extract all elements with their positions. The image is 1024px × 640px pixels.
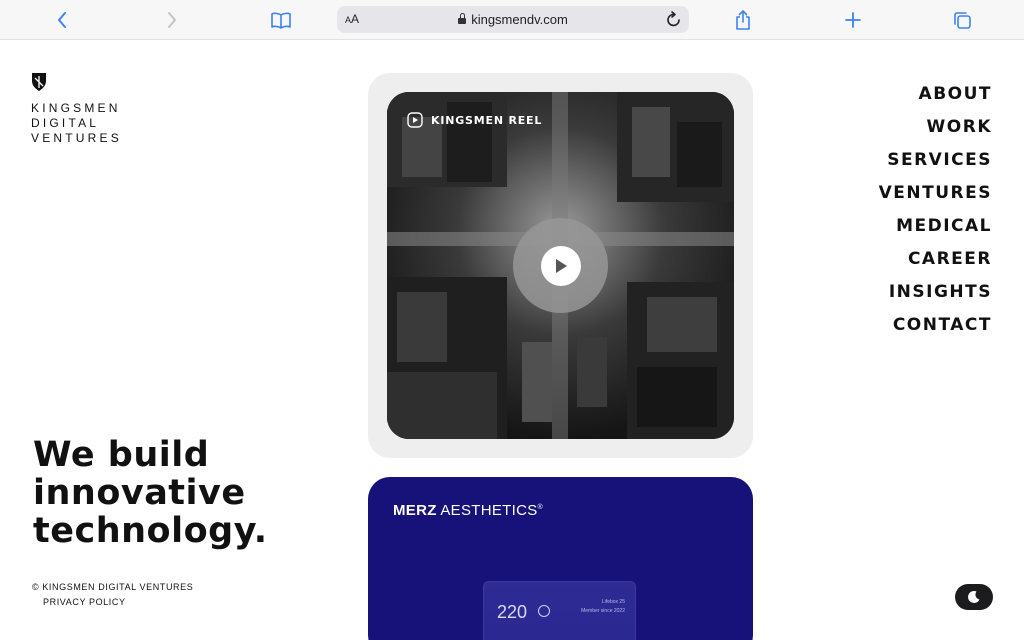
share-button[interactable] bbox=[729, 6, 757, 34]
reload-button[interactable] bbox=[665, 9, 683, 34]
merz-app-preview: 220 Lifebox 25 Member since 2022 bbox=[483, 581, 636, 640]
reel-card: KINGSMEN REEL bbox=[368, 73, 753, 458]
nav-about[interactable]: ABOUT bbox=[879, 78, 992, 111]
browser-toolbar: AA kingsmendv.com bbox=[0, 0, 1024, 40]
url-display[interactable]: kingsmendv.com bbox=[337, 12, 689, 27]
share-icon bbox=[736, 10, 750, 30]
privacy-policy-link[interactable]: PRIVACY POLICY bbox=[43, 597, 193, 607]
reel-label-text: KINGSMEN REEL bbox=[431, 113, 543, 127]
back-button[interactable] bbox=[48, 6, 76, 34]
merz-meta: Lifebox 25 Member since 2022 bbox=[581, 598, 625, 616]
hero-line-3: technology. bbox=[33, 511, 268, 551]
hero-line-1: We build bbox=[33, 435, 210, 475]
merz-meta-line-2: Member since 2022 bbox=[581, 608, 625, 614]
tabs-overview-button[interactable] bbox=[948, 6, 976, 34]
plus-icon bbox=[845, 12, 861, 28]
chevron-right-icon bbox=[168, 12, 176, 28]
main-nav: ABOUT WORK SERVICES VENTURES MEDICAL CAR… bbox=[879, 78, 992, 342]
merz-meta-line-1: Lifebox 25 bbox=[601, 599, 625, 605]
bookmarks-button[interactable] bbox=[267, 6, 295, 34]
logo-text-line-2: DIGITAL bbox=[31, 116, 100, 130]
nav-ventures[interactable]: VENTURES bbox=[879, 177, 992, 210]
merz-brand-light: AESTHETICS bbox=[436, 502, 538, 519]
reel-video[interactable]: KINGSMEN REEL bbox=[387, 92, 734, 439]
play-inner bbox=[540, 245, 581, 286]
nav-insights[interactable]: INSIGHTS bbox=[879, 276, 992, 309]
nav-medical[interactable]: MEDICAL bbox=[879, 210, 992, 243]
hero-headline: We build innovative technology. bbox=[33, 436, 268, 550]
nav-contact[interactable]: CONTACT bbox=[879, 309, 992, 342]
plus-circle-icon bbox=[538, 605, 550, 617]
footer: © KINGSMEN DIGITAL VENTURES PRIVACY POLI… bbox=[32, 582, 193, 607]
new-tab-button[interactable] bbox=[839, 6, 867, 34]
merz-points-value: 220 bbox=[497, 602, 528, 622]
address-bar[interactable]: AA kingsmendv.com bbox=[337, 6, 689, 33]
dark-mode-toggle[interactable] bbox=[955, 584, 993, 610]
url-text: kingsmendv.com bbox=[471, 12, 568, 27]
moon-icon bbox=[968, 590, 980, 603]
logo-text-line-3: VENTURES bbox=[31, 131, 122, 145]
reload-icon bbox=[667, 11, 680, 27]
hero-line-2: innovative bbox=[33, 473, 246, 513]
nav-work[interactable]: WORK bbox=[879, 111, 992, 144]
nav-career[interactable]: CAREER bbox=[879, 243, 992, 276]
merz-brand-bold: MERZ bbox=[393, 502, 437, 519]
site-logo[interactable]: KINGSMEN DIGITAL VENTURES bbox=[31, 72, 122, 146]
chevron-left-icon bbox=[58, 12, 66, 28]
forward-button[interactable] bbox=[158, 6, 186, 34]
book-icon bbox=[271, 12, 291, 29]
merz-logo-text: MERZ AESTHETICS® bbox=[393, 502, 543, 519]
copyright-text: © KINGSMEN DIGITAL VENTURES bbox=[32, 582, 194, 592]
lock-icon bbox=[458, 13, 467, 24]
play-button[interactable] bbox=[513, 218, 608, 313]
video-play-icon bbox=[407, 112, 423, 128]
merz-registered-mark: ® bbox=[537, 504, 543, 511]
nav-services[interactable]: SERVICES bbox=[879, 144, 992, 177]
tabs-icon bbox=[954, 12, 971, 29]
play-icon bbox=[555, 258, 567, 273]
shield-logo-icon bbox=[32, 73, 46, 91]
reel-label: KINGSMEN REEL bbox=[407, 112, 542, 128]
logo-text-line-1: KINGSMEN bbox=[31, 101, 121, 115]
merz-aesthetics-card[interactable]: MERZ AESTHETICS® 220 Lifebox 25 Member s… bbox=[368, 477, 753, 640]
